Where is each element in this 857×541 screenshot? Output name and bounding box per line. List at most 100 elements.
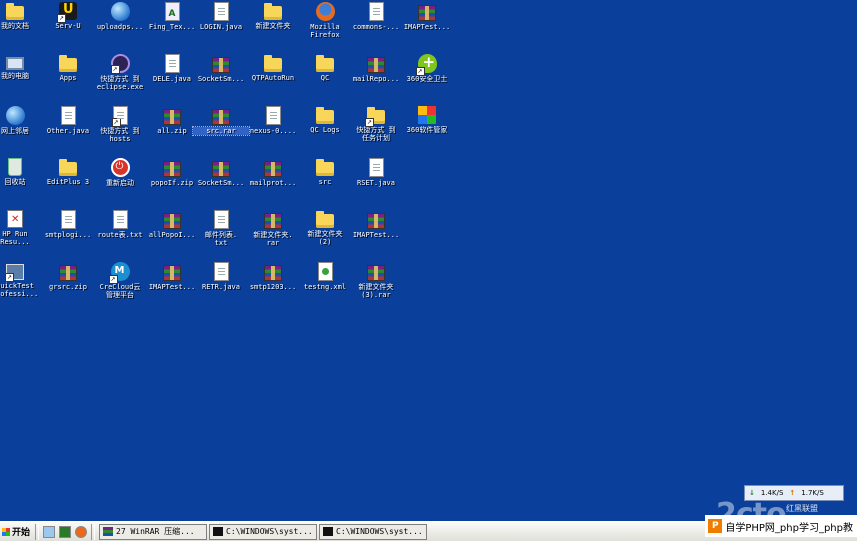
firefox-quicklaunch-icon[interactable]: [75, 525, 88, 538]
desktop-icon-label: QuickTest Professi...: [0, 282, 39, 298]
desktop-icon-label: Mozilla Firefox: [310, 23, 340, 39]
desktop-icon-label: Fing_Tex...: [148, 23, 196, 31]
desktop-icon-label: src.rar: [192, 126, 250, 136]
text-file-icon: [213, 210, 229, 229]
desktop-icon[interactable]: src: [299, 158, 351, 210]
desktop-icon[interactable]: ↗QuickTest Professi...: [0, 262, 41, 314]
desktop-icon[interactable]: src.rar: [192, 106, 250, 158]
desktop-icon[interactable]: 新建文件夹 (2): [299, 210, 351, 262]
desktop-icon[interactable]: Mozilla Firefox: [299, 2, 351, 54]
folder-icon: ↗: [365, 107, 385, 127]
desktop-icon[interactable]: IMAPTest...: [146, 262, 198, 314]
folder-icon: [316, 211, 334, 228]
desktop-icon-label: 新建文件夹. rar: [253, 231, 293, 247]
desktop-icon[interactable]: ↗Serv-U: [42, 2, 94, 54]
show-desktop-icon[interactable]: [43, 525, 56, 538]
desktop-icon[interactable]: DELE.java: [146, 54, 198, 106]
start-label: 开始: [12, 528, 31, 538]
desktop-icon[interactable]: 邮件列表. txt: [195, 210, 247, 262]
desktop-icon-label: 我的文档: [1, 22, 29, 30]
desktop-icon-label: Other.java: [46, 127, 90, 135]
desktop-icon-label: 快捷方式 到 hosts: [100, 127, 140, 143]
desktop-icon[interactable]: testng.xml: [299, 262, 351, 314]
site-watermark: P 自学PHP网_php学习_php教: [705, 515, 857, 537]
desktop-icon[interactable]: nexus-0....: [247, 106, 299, 158]
desktop-icon-label: IMAPTest...: [403, 23, 451, 31]
shortcut-arrow-icon: ↗: [365, 118, 374, 127]
desktop-icon[interactable]: ↗ 快捷方式 到 hosts: [94, 106, 146, 158]
desktop-icon-label: 快捷方式 到 任务计划: [356, 126, 396, 142]
desktop-icon-label: 新建文件夹 (3).rar: [358, 283, 394, 299]
desktop-icon-label: src: [318, 178, 332, 186]
desktop-icon[interactable]: route表.txt: [94, 210, 146, 262]
desktop-icon[interactable]: ↗360安全卫士: [401, 53, 453, 106]
shortcut-arrow-icon: ↗: [57, 14, 66, 23]
desktop-icon[interactable]: QTPAutoRun: [247, 54, 299, 106]
rar-archive-icon: [163, 213, 181, 229]
desktop-icon[interactable]: LOGIN.java: [195, 2, 247, 54]
quicklaunch-app-icon[interactable]: [59, 525, 72, 538]
desktop-icon-label: 网上邻居: [1, 127, 29, 135]
desktop-icon[interactable]: 新建文件夹. rar: [247, 210, 299, 262]
start-button[interactable]: 开始: [0, 523, 33, 541]
desktop-icon[interactable]: mailprot...: [247, 158, 299, 210]
image-file-icon: [265, 106, 281, 125]
taskbar-button[interactable]: 27 WinRAR 压缩...: [99, 523, 208, 540]
desktop-icon[interactable]: mailRepo...: [350, 54, 402, 106]
upload-speed: 1.7K/S: [801, 489, 824, 497]
desktop-icon[interactable]: QC Logs: [299, 106, 351, 158]
desktop-icon[interactable]: uploadps...: [94, 2, 146, 54]
desktop-icon-label: EditPlus 3: [46, 178, 90, 186]
desktop-icon[interactable]: Other.java: [42, 106, 94, 158]
desktop-icon[interactable]: 我的电脑: [0, 54, 41, 106]
desktop-icon-label: LOGIN.java: [199, 23, 243, 31]
desktop-icon[interactable]: allPopoI...: [146, 210, 198, 262]
desktop-icon[interactable]: QC: [299, 54, 351, 106]
taskbar-button[interactable]: C:\WINDOWS\syst...: [319, 523, 428, 540]
desktop-icon[interactable]: RETR.java: [195, 262, 247, 314]
desktop-icon[interactable]: ↗ 快捷方式 到 任务计划: [350, 106, 402, 158]
desktop-icon[interactable]: 新建文件夹: [247, 2, 299, 54]
desktop-icon[interactable]: smtplogi...: [42, 210, 94, 262]
desktop-icon-label: popoIf.zip: [150, 179, 194, 187]
desktop-icon[interactable]: grsrc.zip: [42, 262, 94, 314]
desktop-icon[interactable]: EditPlus 3: [42, 158, 94, 210]
desktop-icon[interactable]: 360软件管家: [401, 106, 453, 158]
desktop-icon[interactable]: SocketSm...: [195, 158, 247, 210]
desktop-icon[interactable]: popoIf.zip: [146, 158, 198, 210]
desktop-icon[interactable]: 回收站: [0, 158, 41, 210]
rar-archive-icon: [163, 161, 181, 177]
network-speed-meter[interactable]: ↓ 1.4K/S ↑ 1.7K/S: [744, 485, 844, 501]
folder-icon: [59, 159, 77, 176]
text-file-icon: [60, 210, 76, 229]
desktop-icon[interactable]: SocketSm...: [195, 54, 247, 106]
taskbar-button[interactable]: C:\WINDOWS\syst...: [209, 523, 318, 540]
desktop-icon[interactable]: commons-...: [350, 2, 402, 54]
desktop-icon-label: 360软件管家: [406, 126, 448, 134]
desktop-icon[interactable]: RSET.java: [350, 158, 402, 210]
power-icon: [110, 158, 130, 177]
desktop-icon[interactable]: ↗CreCloud云 管理平台: [94, 262, 146, 314]
desktop-icon-label: IMAPTest...: [148, 283, 196, 291]
desktop-icon[interactable]: 新建文件夹 (3).rar: [350, 262, 402, 314]
desktop-icon[interactable]: ↗ 快捷方式 到 eclipse.exe: [94, 54, 146, 106]
desktop-icon[interactable]: Apps: [42, 54, 94, 106]
windows-flag-icon: [2, 527, 10, 536]
desktop-icon[interactable]: 我的文档: [0, 2, 41, 54]
desktop-icon[interactable]: 网上邻居: [0, 106, 41, 158]
desktop-icon[interactable]: 重新启动: [94, 158, 146, 210]
java-file-icon: [164, 54, 180, 73]
winrar-icon: [103, 527, 114, 536]
desktop-icon[interactable]: IMAPTest...: [401, 2, 453, 54]
shortcut-arrow-icon: ↗: [110, 65, 120, 74]
desktop-icon[interactable]: all.zip: [146, 106, 198, 158]
desktop-icon-label: testng.xml: [303, 283, 347, 291]
desktop-icon[interactable]: smtp1203...: [247, 262, 299, 314]
desktop-icon[interactable]: IMAPTest...: [350, 210, 402, 262]
desktop-icon[interactable]: Fing_Tex...: [146, 2, 198, 54]
shortcut-arrow-icon: ↗: [111, 118, 121, 127]
taskbar-separator: [91, 523, 96, 540]
taskbar-button-label: C:\WINDOWS\syst...: [226, 527, 313, 536]
desktop-icon[interactable]: HP Run Resu...: [0, 210, 41, 262]
desktop-icon-label: route表.txt: [97, 231, 143, 239]
